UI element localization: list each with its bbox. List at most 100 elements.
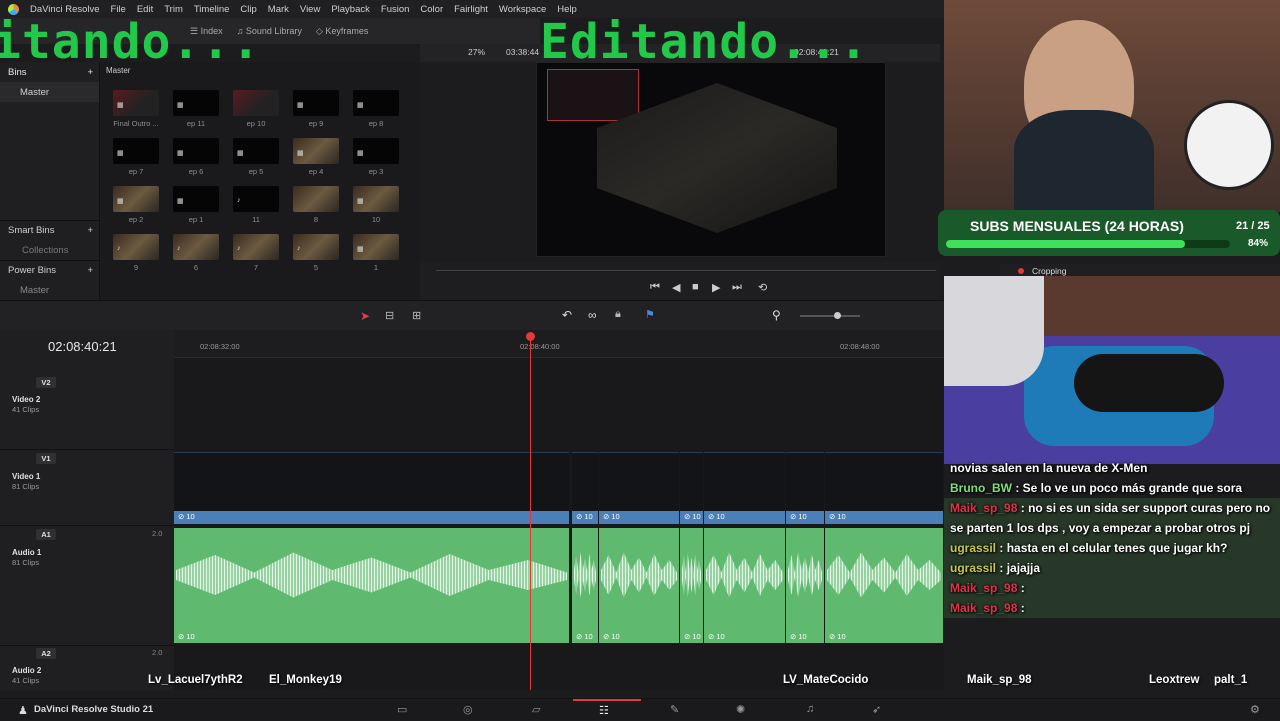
- snapping-icon[interactable]: ↶: [562, 308, 572, 322]
- go-to-end-icon[interactable]: ⏭: [732, 281, 742, 294]
- media-clip[interactable]: ▦ ep 4: [292, 138, 340, 183]
- blade-tool-icon[interactable]: ⊞: [412, 309, 421, 322]
- media-clip[interactable]: ♪ 11: [232, 186, 280, 231]
- media-clip[interactable]: ▦ 10: [352, 186, 400, 231]
- track-header-v1[interactable]: V1 Video 1 81 Clips: [0, 450, 174, 526]
- menu-file[interactable]: File: [111, 4, 126, 15]
- keyframes-button[interactable]: ◇ Keyframes: [316, 26, 368, 37]
- loop-icon[interactable]: ⟲: [758, 281, 767, 294]
- trim-tool-icon[interactable]: ⊟: [385, 309, 394, 322]
- zoom-slider[interactable]: [800, 315, 860, 317]
- play-reverse-icon[interactable]: ◀: [672, 281, 680, 294]
- fusion-page-icon[interactable]: ✎: [670, 703, 679, 716]
- track-header-a1[interactable]: A1 2.0 Audio 1 81 Clips: [0, 526, 174, 646]
- track-tag[interactable]: A1: [36, 529, 56, 540]
- menu-clip[interactable]: Clip: [240, 4, 256, 15]
- media-clip[interactable]: ep 10: [232, 90, 280, 135]
- lock-icon[interactable]: 🔒︎: [615, 308, 621, 321]
- fairlight-page-icon[interactable]: ♫: [806, 703, 814, 715]
- smart-bins-header[interactable]: Smart Bins +: [0, 220, 99, 240]
- clip-label: ep 11: [186, 119, 206, 128]
- video-clip[interactable]: ⊘ 10: [786, 452, 824, 524]
- edit-page-tab[interactable]: ☷: [573, 699, 641, 721]
- zoom-dropdown[interactable]: 27%: [468, 47, 485, 57]
- playhead-handle[interactable]: [526, 332, 535, 341]
- zoom-icon[interactable]: ⚲: [772, 308, 781, 322]
- menu-app[interactable]: DaVinci Resolve: [30, 4, 100, 15]
- add-power-bin-icon[interactable]: +: [87, 265, 93, 276]
- settings-gear-icon[interactable]: ⚙: [1250, 703, 1260, 716]
- video-clip[interactable]: ⊘ 10: [174, 452, 569, 524]
- audio-clip[interactable]: ⊘ 10: [599, 528, 679, 643]
- media-clip[interactable]: ▦ ep 9: [292, 90, 340, 135]
- zoom-slider-handle[interactable]: [834, 312, 841, 319]
- menu-timeline[interactable]: Timeline: [194, 4, 230, 15]
- media-clip[interactable]: ▦ ep 2: [112, 186, 160, 231]
- flag-icon[interactable]: ⚑: [645, 308, 655, 321]
- media-clip[interactable]: ▦ ep 7: [112, 138, 160, 183]
- cut-page-icon[interactable]: ◎: [463, 703, 473, 716]
- menu-workspace[interactable]: Workspace: [499, 4, 546, 15]
- media-clip[interactable]: ♪ 9: [112, 234, 160, 279]
- menu-mark[interactable]: Mark: [268, 4, 289, 15]
- track-tag[interactable]: V1: [36, 453, 56, 464]
- color-page-icon[interactable]: ✺: [736, 703, 745, 716]
- menu-fusion[interactable]: Fusion: [381, 4, 410, 15]
- stop-icon[interactable]: ■: [692, 281, 699, 293]
- media-clip[interactable]: ♪ 6: [172, 234, 220, 279]
- media-page-icon[interactable]: ▭: [397, 703, 407, 716]
- play-icon[interactable]: ▶: [712, 281, 720, 294]
- media-clip[interactable]: 8: [292, 186, 340, 231]
- media-clip[interactable]: ▦ ep 8: [352, 90, 400, 135]
- bin-master[interactable]: Master: [0, 82, 99, 102]
- go-to-start-icon[interactable]: ⏮: [650, 281, 660, 294]
- scrubber-track[interactable]: [436, 270, 936, 271]
- selection-tool-icon[interactable]: ➤: [360, 309, 370, 323]
- video-clip[interactable]: ⊘ 10: [825, 452, 943, 524]
- menu-edit[interactable]: Edit: [137, 4, 153, 15]
- track-header-v2[interactable]: V2 Video 2 41 Clips: [0, 370, 174, 450]
- menu-playback[interactable]: Playback: [331, 4, 370, 15]
- media-clip[interactable]: ♪ 5: [292, 234, 340, 279]
- menu-color[interactable]: Color: [420, 4, 443, 15]
- audio-clip[interactable]: ⊘ 10: [704, 528, 785, 643]
- power-bins-header[interactable]: Power Bins +: [0, 260, 99, 280]
- video-clip[interactable]: ⊘ 10: [704, 452, 785, 524]
- audio-clip[interactable]: ⊘ 10: [174, 528, 569, 643]
- clip-thumbnail: ▦: [293, 138, 339, 164]
- timeline-ruler[interactable]: 02:08:32:00 02:08:40:00 02:08:48:00: [174, 330, 944, 358]
- video-clip[interactable]: ⊘ 10: [680, 452, 703, 524]
- timeline-timecode[interactable]: 02:08:40:21: [0, 330, 174, 370]
- collections-item[interactable]: Collections: [0, 240, 99, 260]
- video-clip[interactable]: ⊘ 10: [572, 452, 598, 524]
- media-clip[interactable]: ▦ ep 1: [172, 186, 220, 231]
- linked-selection-icon[interactable]: ∞: [588, 308, 597, 322]
- audio-clip[interactable]: ⊘ 10: [786, 528, 824, 643]
- deliver-page-icon[interactable]: ➶: [872, 703, 881, 716]
- media-clip[interactable]: ▦ ep 3: [352, 138, 400, 183]
- playhead[interactable]: [530, 334, 531, 690]
- track-tag[interactable]: A2: [36, 648, 56, 659]
- audio-clip[interactable]: ⊘ 10: [680, 528, 703, 643]
- media-clip[interactable]: ♪ 7: [232, 234, 280, 279]
- media-clip[interactable]: ▦ Final Outro ...: [112, 90, 160, 135]
- crop-enabled-icon[interactable]: [1018, 268, 1024, 274]
- edit-page-alt-icon[interactable]: ▱: [532, 703, 540, 716]
- media-clip[interactable]: ▦ ep 5: [232, 138, 280, 183]
- timeline-tracks[interactable]: ⊘ 10 ⊘ 10 ⊘ 10 ⊘ 10 ⊘ 10 ⊘ 10 ⊘ 10 ⊘ 10 ⊘ 10 ⊘ 10…: [174, 358, 944, 690]
- menu-fairlight[interactable]: Fairlight: [454, 4, 488, 15]
- media-clip[interactable]: ▦ ep 6: [172, 138, 220, 183]
- menu-view[interactable]: View: [300, 4, 320, 15]
- audio-clip[interactable]: ⊘ 10: [572, 528, 598, 643]
- menu-trim[interactable]: Trim: [164, 4, 183, 15]
- menu-help[interactable]: Help: [557, 4, 577, 15]
- media-clip[interactable]: ▦ 1: [352, 234, 400, 279]
- media-clip[interactable]: ▦ ep 11: [172, 90, 220, 135]
- audio-clip[interactable]: ⊘ 10: [825, 528, 943, 643]
- video-clip[interactable]: ⊘ 10: [599, 452, 679, 524]
- bin-panel: Bins + Master Smart Bins + Collections Pow…: [0, 62, 100, 300]
- add-smart-bin-icon[interactable]: +: [87, 225, 93, 236]
- track-tag[interactable]: V2: [36, 377, 56, 388]
- power-bin-master[interactable]: Master: [0, 280, 99, 300]
- timeline-viewer[interactable]: [536, 62, 886, 257]
